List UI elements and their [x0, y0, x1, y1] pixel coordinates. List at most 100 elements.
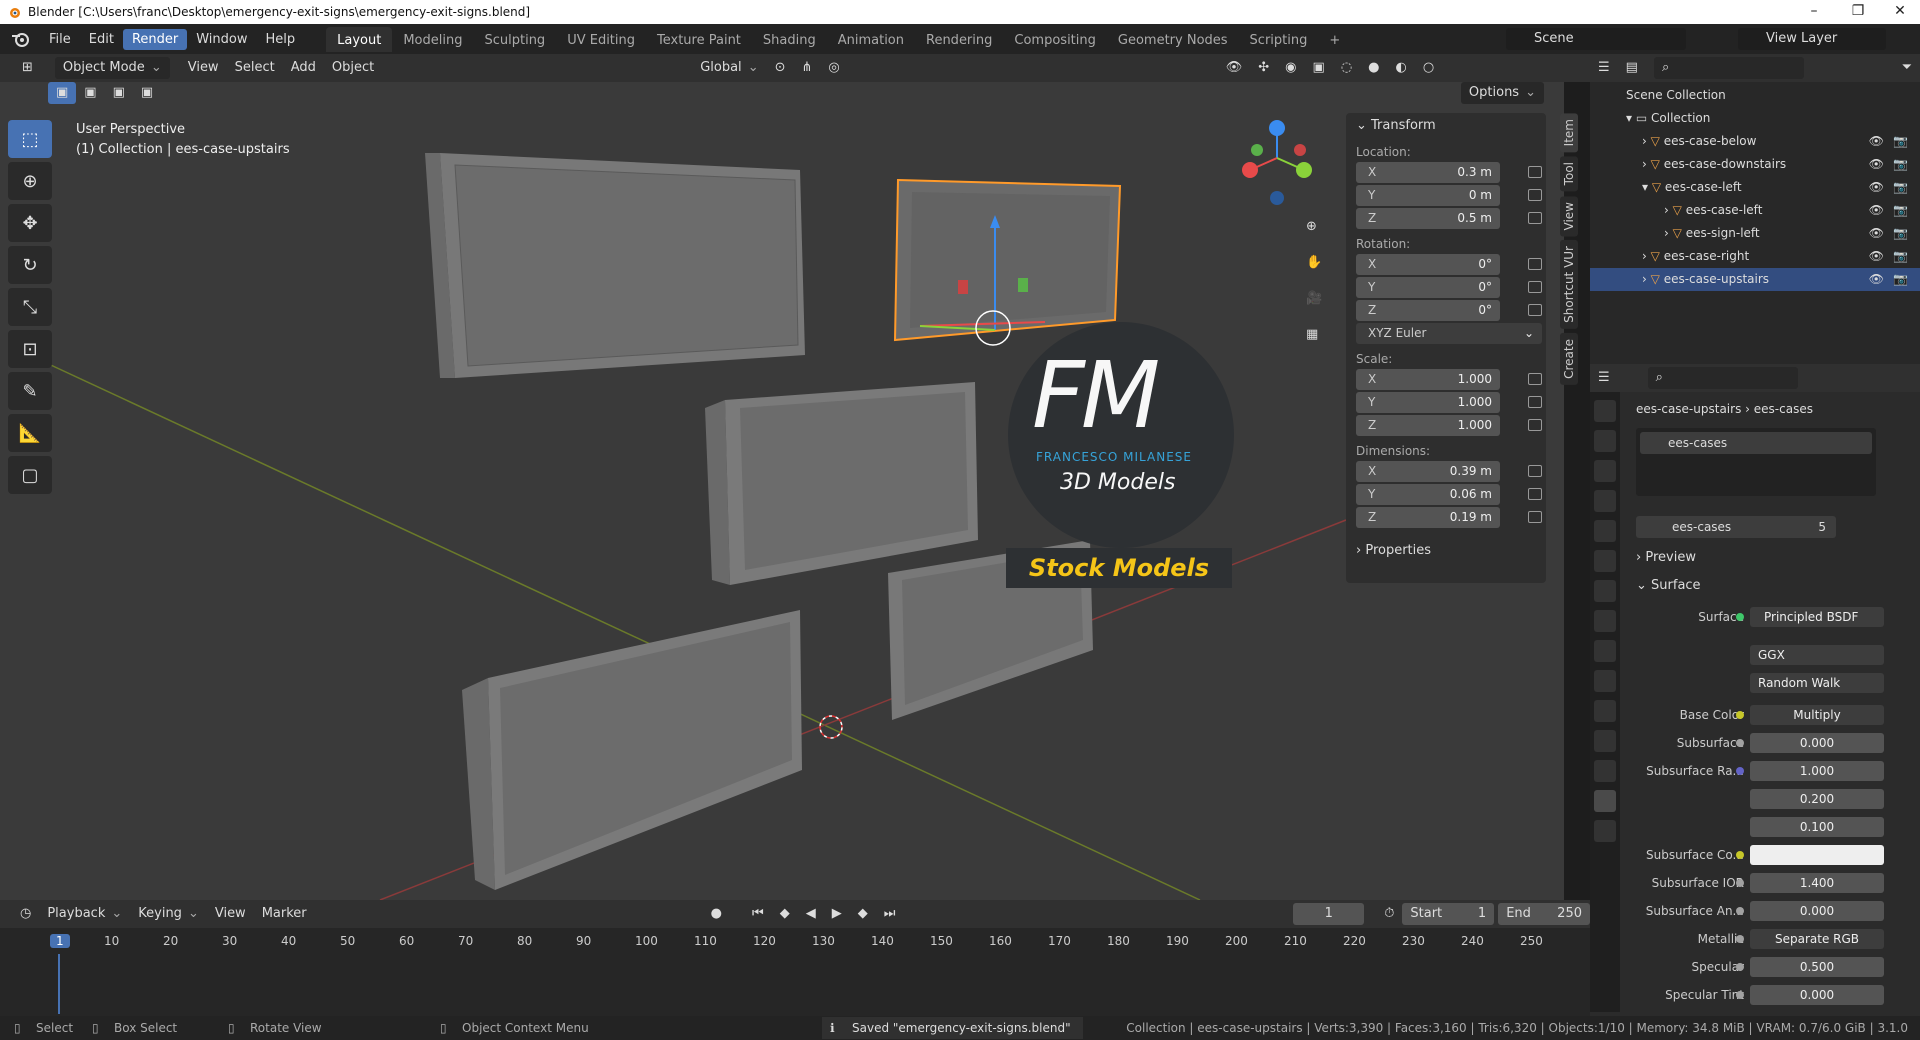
menu-keying[interactable]: Keying	[130, 903, 207, 925]
surface-shader-field[interactable]: Principled BSDF	[1750, 607, 1884, 627]
lock-icon[interactable]	[1528, 373, 1542, 385]
material-slot-list[interactable]: ees-cases	[1636, 428, 1876, 496]
outliner-item[interactable]: › ▽ ees-case-downstairs 👁 📷	[1590, 153, 1920, 176]
tool-tab-icon[interactable]	[1594, 400, 1616, 422]
tab-rendering[interactable]: Rendering	[915, 27, 1003, 52]
options-dropdown[interactable]: Options	[1460, 82, 1544, 104]
menu-marker[interactable]: Marker	[254, 903, 315, 925]
annotate-icon[interactable]: ✎	[8, 372, 52, 410]
3d-viewport[interactable]: User Perspective (1) Collection | ees-ca…	[0, 104, 1564, 900]
tab-view[interactable]: View	[1560, 195, 1578, 237]
maximize-button[interactable]: ❐	[1836, 0, 1880, 24]
outliner-item[interactable]: › ▽ ees-case-left 👁 📷	[1590, 199, 1920, 222]
eye-icon[interactable]: 👁	[1869, 153, 1884, 176]
outliner-item[interactable]: › ▽ ees-case-upstairs 👁 📷	[1590, 268, 1920, 291]
tab-item[interactable]: Item	[1560, 113, 1578, 153]
playhead[interactable]	[58, 954, 60, 1014]
camera-icon[interactable]: 📷	[1893, 268, 1908, 291]
distribution-dropdown[interactable]: GGX	[1750, 645, 1884, 665]
surface-panel-header[interactable]: ⌄ Surface	[1636, 578, 1701, 593]
menu-view[interactable]: View	[180, 57, 227, 79]
tab-shortcut-vur[interactable]: Shortcut VUr	[1560, 240, 1578, 329]
expand-icon[interactable]: ›	[1642, 157, 1647, 171]
material-shading-icon[interactable]: ◐	[1388, 57, 1415, 79]
object-tab-icon[interactable]	[1594, 610, 1616, 632]
material-tab-icon[interactable]	[1594, 790, 1616, 812]
properties-header[interactable]: › Properties	[1346, 538, 1546, 564]
collection-tab-icon[interactable]	[1594, 580, 1616, 602]
transform-icon[interactable]: ⊡	[8, 330, 52, 368]
proportional-edit-icon[interactable]: ◎	[820, 57, 847, 79]
outliner-search-input[interactable]: ⌕	[1653, 57, 1804, 79]
location-y-field[interactable]: Y0 m	[1356, 185, 1542, 206]
collection-row[interactable]: ▾ ▭ Collection	[1590, 107, 1920, 130]
rotation-mode-dropdown[interactable]: XYZ Euler ⌄	[1356, 323, 1542, 344]
record-icon[interactable]: ●	[703, 903, 730, 925]
particles-tab-icon[interactable]	[1594, 670, 1616, 692]
location-x-field[interactable]: X 0.3 m	[1356, 162, 1542, 183]
texture-tab-icon[interactable]	[1594, 820, 1616, 842]
outliner-item[interactable]: › ▽ ees-case-below 👁 📷	[1590, 130, 1920, 153]
scale-icon[interactable]: ⤡	[8, 288, 52, 326]
rotation-z-field[interactable]: Z 0°	[1356, 300, 1542, 321]
modifier-tab-icon[interactable]	[1594, 640, 1616, 662]
pan-icon[interactable]: ✋	[1298, 252, 1330, 274]
minimize-button[interactable]: –	[1792, 0, 1836, 24]
cursor-icon[interactable]: ⊕	[8, 162, 52, 200]
blender-logo-icon[interactable]	[10, 28, 32, 50]
expand-icon[interactable]: ›	[1642, 249, 1647, 263]
ortho-toggle-icon[interactable]: ▦	[1298, 324, 1326, 346]
jump-end-icon[interactable]: ⏭	[876, 903, 904, 925]
socket-icon[interactable]	[1736, 739, 1744, 747]
start-frame-field[interactable]: Start 1	[1402, 903, 1495, 925]
tab-uv-editing[interactable]: UV Editing	[556, 27, 646, 52]
material-input-value[interactable]: 0.100	[1750, 817, 1884, 837]
end-frame-field[interactable]: End 250	[1498, 903, 1590, 925]
gizmo-icon[interactable]: ✣	[1250, 57, 1277, 79]
tab-animation[interactable]: Animation	[827, 27, 915, 52]
tab-sculpting[interactable]: Sculpting	[473, 27, 556, 52]
eye-icon[interactable]: 👁	[1869, 176, 1884, 199]
expand-icon[interactable]: ›	[1664, 203, 1669, 217]
frame-ruler[interactable]: 1 10 20 30 40 50 60 70 80 90 100 110 120 130 140 150 160…	[0, 928, 1590, 1016]
lock-icon[interactable]	[1528, 212, 1542, 224]
eye-icon[interactable]: 👁	[1869, 130, 1884, 153]
move-icon[interactable]: ✥	[8, 204, 52, 242]
material-selector[interactable]: ees-cases 5	[1636, 516, 1836, 538]
tab-layout[interactable]: Layout	[326, 26, 393, 52]
lock-icon[interactable]	[1528, 189, 1542, 201]
select-new-icon[interactable]: ▣	[48, 82, 77, 104]
menu-file[interactable]: File	[40, 29, 80, 50]
play-reverse-icon[interactable]: ◀	[798, 903, 824, 925]
scene-tab-icon[interactable]	[1594, 520, 1616, 542]
mode-dropdown[interactable]: Object Mode	[54, 57, 170, 79]
expand-icon[interactable]: ▾	[1642, 180, 1648, 194]
eye-icon[interactable]: 👁	[1869, 199, 1884, 222]
socket-icon[interactable]	[1736, 991, 1744, 999]
properties-search-input[interactable]: ⌕	[1647, 367, 1798, 389]
tab-texture-paint[interactable]: Texture Paint	[646, 27, 752, 52]
display-mode-icon[interactable]: ▤	[1618, 57, 1646, 79]
scene-collection-row[interactable]: Scene Collection	[1590, 84, 1920, 107]
scene-selector[interactable]: Scene	[1506, 28, 1686, 50]
add-cube-icon[interactable]: ▢	[8, 456, 52, 494]
select-extend-icon[interactable]: ▣	[76, 82, 104, 104]
menu-object[interactable]: Object	[324, 57, 382, 79]
scale-x-field[interactable]: X 1.000	[1356, 369, 1542, 390]
lock-icon[interactable]	[1528, 281, 1542, 293]
menu-window[interactable]: Window	[187, 29, 256, 50]
expand-icon[interactable]: ›	[1642, 134, 1647, 148]
overlay-icon[interactable]: ◉	[1277, 57, 1304, 79]
lock-icon[interactable]	[1528, 304, 1542, 316]
eye-icon[interactable]: 👁	[1869, 268, 1884, 291]
expand-icon[interactable]: ›	[1664, 226, 1669, 240]
lock-icon[interactable]	[1528, 511, 1542, 523]
subsurface-method-dropdown[interactable]: Random Walk	[1750, 673, 1884, 693]
tab-tool[interactable]: Tool	[1560, 156, 1578, 192]
lock-icon[interactable]	[1528, 166, 1542, 178]
socket-icon[interactable]	[1736, 767, 1744, 775]
saved-report[interactable]: ℹ Saved "emergency-exit-signs.blend"	[822, 1017, 1083, 1039]
xray-icon[interactable]: ▣	[1305, 57, 1333, 79]
lock-icon[interactable]	[1528, 419, 1542, 431]
zoom-icon[interactable]: ⊕	[1298, 216, 1325, 238]
